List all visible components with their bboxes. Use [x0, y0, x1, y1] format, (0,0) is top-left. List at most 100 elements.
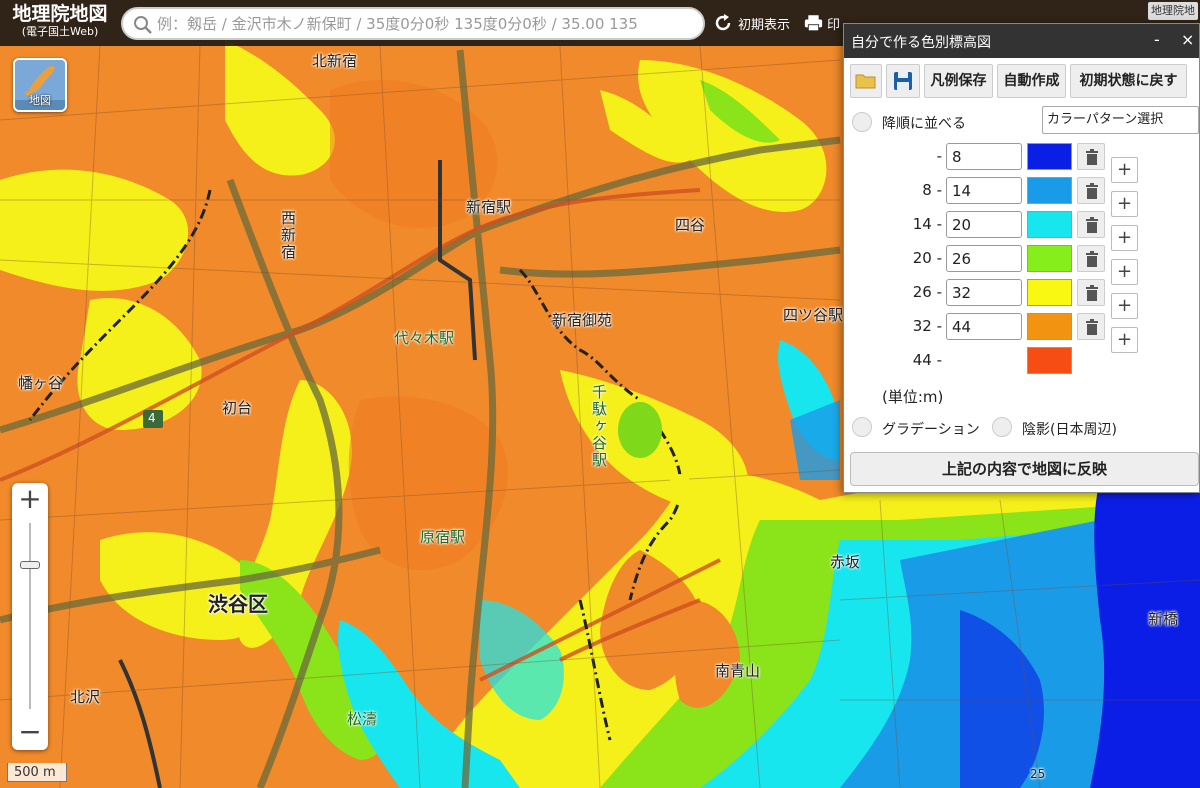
- save-file-button[interactable]: [886, 64, 920, 98]
- zoom-slider-handle[interactable]: [20, 561, 40, 569]
- place-label: 北新宿: [312, 52, 358, 70]
- scale-bar: 500 m: [7, 763, 67, 782]
- row-upper-input[interactable]: [946, 177, 1022, 204]
- delete-row-button[interactable]: [1077, 211, 1105, 238]
- delete-row-button[interactable]: [1077, 313, 1105, 340]
- zoom-in-button[interactable]: +: [12, 483, 48, 517]
- place-label: 新宿駅: [466, 198, 512, 216]
- folder-icon: [855, 74, 876, 89]
- row-color-swatch[interactable]: [1027, 245, 1072, 272]
- add-row-button[interactable]: +: [1111, 191, 1138, 217]
- place-label: 代々木駅: [394, 329, 455, 347]
- place-label: 渋谷区: [208, 592, 268, 616]
- row-upper-input[interactable]: [946, 143, 1022, 170]
- delete-row-button[interactable]: [1077, 279, 1105, 306]
- place-label: 千駄ヶ谷駅: [590, 384, 608, 469]
- row-color-swatch[interactable]: [1027, 143, 1072, 170]
- delete-row-button[interactable]: [1077, 245, 1105, 272]
- close-button[interactable]: ×: [1181, 30, 1194, 49]
- trash-icon: [1086, 217, 1098, 233]
- trash-icon: [1086, 251, 1098, 267]
- elevation-point: 25: [1030, 767, 1046, 781]
- print-button[interactable]: 印: [804, 8, 840, 38]
- place-label: 四谷: [675, 216, 706, 234]
- route-number: 4: [148, 411, 156, 425]
- gradation-radio[interactable]: [852, 417, 872, 437]
- row-range-start: 32 -: [912, 317, 942, 335]
- gradation-label: グラデーション: [882, 422, 980, 438]
- row-color-swatch[interactable]: [1027, 279, 1072, 306]
- place-label: 原宿駅: [420, 528, 466, 546]
- row-range-start: 14 -: [912, 215, 942, 233]
- add-row-button[interactable]: +: [1111, 327, 1138, 353]
- sort-desc-radio[interactable]: [852, 112, 872, 132]
- place-label: 新橋: [1148, 610, 1179, 628]
- base-map-label: 地図: [29, 94, 51, 107]
- auto-create-button[interactable]: 自動作成: [997, 64, 1066, 98]
- reset-initial-button[interactable]: 初期状態に戻す: [1070, 64, 1187, 98]
- delete-row-button[interactable]: [1077, 177, 1105, 204]
- place-label: 赤坂: [830, 553, 861, 571]
- open-file-button[interactable]: [850, 64, 882, 98]
- row-range-start: -: [936, 147, 942, 165]
- search-input[interactable]: [157, 13, 702, 35]
- row-upper-input[interactable]: [946, 279, 1022, 306]
- row-color-swatch[interactable]: [1027, 177, 1072, 204]
- delete-row-button[interactable]: [1077, 143, 1105, 170]
- place-label: 南青山: [715, 662, 761, 680]
- place-label: 四ツ谷駅: [783, 306, 844, 324]
- place-label: 初台: [222, 399, 253, 417]
- unit-label: (単位:m): [882, 388, 944, 406]
- search-icon: [134, 16, 152, 34]
- zoom-slider-track[interactable]: [29, 523, 31, 709]
- floppy-disk-icon: [894, 72, 912, 90]
- trash-icon: [1086, 319, 1098, 335]
- place-label: 北沢: [70, 688, 101, 706]
- row-range-start: 20 -: [912, 249, 942, 267]
- add-row-button[interactable]: +: [1111, 225, 1138, 251]
- printer-icon: [804, 15, 823, 32]
- place-label: 新宿御苑: [552, 311, 613, 329]
- place-label: 西新宿: [279, 210, 297, 261]
- hillshade-radio[interactable]: [992, 417, 1012, 437]
- add-row-button[interactable]: +: [1111, 157, 1138, 183]
- row-upper-input[interactable]: [946, 313, 1022, 340]
- color-elevation-dialog: 自分で作る色別標高図 - × 凡例保存 自動作成 初期状態に戻す 降順に並べる …: [843, 23, 1200, 493]
- print-label: 印: [826, 17, 840, 33]
- logo-subtitle: (電子国土Web): [21, 25, 99, 38]
- row-range-start: 8 -: [922, 181, 942, 199]
- row-color-swatch[interactable]: [1027, 313, 1072, 340]
- zoom-out-button[interactable]: −: [12, 716, 48, 750]
- search-box[interactable]: [121, 7, 705, 40]
- zoom-control: + −: [12, 483, 48, 750]
- hillshade-label: 陰影(日本周辺): [1022, 422, 1117, 438]
- minimize-button[interactable]: -: [1154, 30, 1160, 49]
- sort-desc-label: 降順に並べる: [882, 116, 966, 132]
- trash-icon: [1086, 183, 1098, 199]
- row-range-start: 44 -: [912, 351, 942, 369]
- dialog-titlebar[interactable]: 自分で作る色別標高図 - ×: [844, 24, 1199, 58]
- row-color-swatch[interactable]: [1027, 211, 1072, 238]
- app-logo[interactable]: 地理院地図 (電子国土Web): [4, 3, 116, 39]
- reset-view-label: 初期表示: [738, 17, 791, 33]
- trash-icon: [1086, 149, 1098, 165]
- add-row-button[interactable]: +: [1111, 259, 1138, 285]
- trash-icon: [1086, 285, 1098, 301]
- base-map-button[interactable]: 地図: [13, 58, 67, 112]
- reset-view-button[interactable]: 初期表示: [712, 8, 802, 38]
- apply-to-map-button[interactable]: 上記の内容で地図に反映: [850, 452, 1199, 486]
- logo-title: 地理院地図: [12, 3, 108, 25]
- place-label: 幡ヶ谷: [18, 374, 64, 392]
- color-pattern-select[interactable]: カラーパターン選択: [1042, 106, 1199, 134]
- legend-save-button[interactable]: 凡例保存: [924, 64, 993, 98]
- gsi-badge: 地理院地: [1148, 2, 1198, 20]
- dialog-title: 自分で作る色別標高図: [851, 35, 991, 51]
- row-color-swatch[interactable]: [1027, 347, 1072, 374]
- refresh-icon: [715, 14, 731, 31]
- dialog-toolbar: 凡例保存 自動作成 初期状態に戻す: [850, 64, 1195, 98]
- row-range-start: 26 -: [912, 283, 942, 301]
- row-upper-input[interactable]: [946, 211, 1022, 238]
- row-upper-input[interactable]: [946, 245, 1022, 272]
- place-label: 松濤: [347, 710, 378, 728]
- add-row-button[interactable]: +: [1111, 293, 1138, 319]
